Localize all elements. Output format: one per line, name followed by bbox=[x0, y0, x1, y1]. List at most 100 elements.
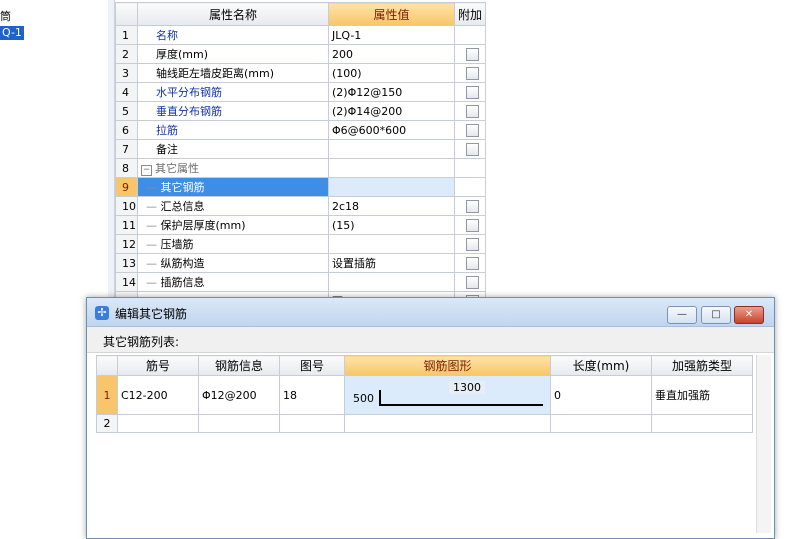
property-value-cell[interactable]: Φ6@600*600 bbox=[328, 120, 455, 140]
row-number[interactable]: 5 bbox=[115, 101, 138, 121]
extra-checkbox[interactable] bbox=[466, 85, 479, 99]
bar-shape-cell[interactable]: 500 1300 bbox=[344, 375, 551, 415]
property-value-cell[interactable]: (100) bbox=[328, 63, 455, 83]
property-value-cell[interactable]: 200 bbox=[328, 44, 455, 64]
stiffener-type-cell[interactable] bbox=[651, 414, 753, 433]
property-row[interactable]: 13— 纵筋构造 设置插筋 bbox=[115, 253, 486, 273]
row-number[interactable]: 12 bbox=[115, 234, 138, 254]
minimize-button[interactable]: — bbox=[667, 306, 697, 324]
property-row[interactable]: 1 名称 JLQ-1 bbox=[115, 25, 486, 45]
length-cell[interactable]: 0 bbox=[550, 375, 652, 415]
property-name-cell[interactable]: 水平分布钢筋 bbox=[137, 82, 329, 102]
extra-checkbox[interactable] bbox=[466, 47, 479, 61]
row-number[interactable]: 9 bbox=[115, 177, 138, 197]
property-row[interactable]: 4 水平分布钢筋 (2)Φ12@150 bbox=[115, 82, 486, 102]
property-name-cell[interactable]: — 汇总信息 bbox=[137, 196, 329, 216]
row-number[interactable]: 10 bbox=[115, 196, 138, 216]
row-number[interactable]: 2 bbox=[96, 414, 118, 433]
tree-item-selected[interactable]: Q-1 bbox=[0, 26, 24, 40]
length-cell[interactable] bbox=[550, 414, 652, 433]
shape-dim-top[interactable]: 1300 bbox=[449, 381, 485, 394]
extra-checkbox[interactable] bbox=[466, 104, 479, 118]
extra-checkbox[interactable] bbox=[466, 237, 479, 251]
property-row[interactable]: 2 厚度(mm) 200 bbox=[115, 44, 486, 64]
extra-checkbox[interactable] bbox=[466, 218, 479, 232]
property-name-cell[interactable]: — 纵筋构造 bbox=[137, 253, 329, 273]
shape-dim-left[interactable]: 500 bbox=[353, 392, 374, 405]
property-value-cell[interactable]: 2c18 bbox=[328, 196, 455, 216]
property-row[interactable]: 6 拉筋 Φ6@600*600 bbox=[115, 120, 486, 140]
col-header-length[interactable]: 长度(mm) bbox=[550, 355, 652, 376]
property-name-cell[interactable]: 轴线距左墙皮距离(mm) bbox=[137, 63, 329, 83]
property-name-cell[interactable]: 厚度(mm) bbox=[137, 44, 329, 64]
row-number[interactable]: 4 bbox=[115, 82, 138, 102]
property-value-cell[interactable]: JLQ-1 bbox=[328, 25, 455, 45]
col-header-name: 属性名称 bbox=[137, 2, 329, 26]
bar-no-cell[interactable]: C12-200 bbox=[117, 375, 199, 415]
col-header-fig-no[interactable]: 图号 bbox=[279, 355, 345, 376]
stiffener-type-cell[interactable]: 垂直加强筋 bbox=[651, 375, 753, 415]
property-row[interactable]: 5 垂直分布钢筋 (2)Φ14@200 bbox=[115, 101, 486, 121]
property-row[interactable]: 11— 保护层厚度(mm) (15) bbox=[115, 215, 486, 235]
property-value-cell[interactable]: (2)Φ12@150 bbox=[328, 82, 455, 102]
property-name: 拉筋 bbox=[156, 124, 178, 137]
property-value-cell[interactable]: (15) bbox=[328, 215, 455, 235]
bar-shape-cell[interactable] bbox=[344, 414, 551, 433]
maximize-button[interactable]: □ bbox=[701, 306, 731, 324]
col-header-bar-shape[interactable]: 钢筋图形 bbox=[344, 355, 551, 376]
property-value-cell[interactable] bbox=[328, 234, 455, 254]
property-row[interactable]: 10— 汇总信息 2c18 bbox=[115, 196, 486, 216]
property-value-cell[interactable] bbox=[328, 139, 455, 159]
close-button[interactable]: ✕ bbox=[734, 306, 764, 324]
bar-info-cell[interactable] bbox=[198, 414, 280, 433]
extra-checkbox[interactable] bbox=[466, 199, 479, 213]
row-number[interactable]: 8 bbox=[115, 158, 138, 178]
property-row[interactable]: 7 备注 bbox=[115, 139, 486, 159]
row-number[interactable]: 3 bbox=[115, 63, 138, 83]
property-value-cell[interactable] bbox=[328, 272, 455, 292]
col-header-bar-info[interactable]: 钢筋信息 bbox=[198, 355, 280, 376]
property-name-cell[interactable]: — 压墙筋 bbox=[137, 234, 329, 254]
row-number[interactable]: 1 bbox=[96, 375, 118, 415]
row-number[interactable]: 13 bbox=[115, 253, 138, 273]
property-name-cell[interactable]: 名称 bbox=[137, 25, 329, 45]
fig-no-cell[interactable] bbox=[279, 414, 345, 433]
row-number[interactable]: 6 bbox=[115, 120, 138, 140]
property-value-cell[interactable] bbox=[328, 177, 455, 197]
extra-checkbox[interactable] bbox=[466, 256, 479, 270]
property-row[interactable]: 12— 压墙筋 bbox=[115, 234, 486, 254]
col-header-bar-no[interactable]: 筋号 bbox=[117, 355, 199, 376]
extra-checkbox[interactable] bbox=[466, 275, 479, 289]
extra-checkbox[interactable] bbox=[466, 66, 479, 80]
dialog-titlebar[interactable]: ✢ 编辑其它钢筋 — □ ✕ bbox=[87, 298, 774, 327]
row-number[interactable]: 14 bbox=[115, 272, 138, 292]
extra-checkbox[interactable] bbox=[466, 142, 479, 156]
property-name-cell[interactable]: 备注 bbox=[137, 139, 329, 159]
row-number[interactable]: 7 bbox=[115, 139, 138, 159]
property-row[interactable]: 9— 其它钢筋 bbox=[115, 177, 486, 197]
col-header-stiffener-type[interactable]: 加强筋类型 bbox=[651, 355, 753, 376]
property-value-cell[interactable]: 设置插筋 bbox=[328, 253, 455, 273]
property-row[interactable]: 8− 其它属性 bbox=[115, 158, 486, 178]
row-number[interactable]: 2 bbox=[115, 44, 138, 64]
property-name-cell[interactable]: 垂直分布钢筋 bbox=[137, 101, 329, 121]
property-value-cell[interactable] bbox=[328, 158, 455, 178]
property-row[interactable]: 14— 插筋信息 bbox=[115, 272, 486, 292]
property-row[interactable]: 3 轴线距左墙皮距离(mm) (100) bbox=[115, 63, 486, 83]
bar-no-cell[interactable] bbox=[117, 414, 199, 433]
extra-checkbox[interactable] bbox=[466, 123, 479, 137]
row-number[interactable]: 11 bbox=[115, 215, 138, 235]
tree-item[interactable]: 筒 bbox=[0, 10, 11, 24]
property-value-cell[interactable]: (2)Φ14@200 bbox=[328, 101, 455, 121]
fig-no-cell[interactable]: 18 bbox=[279, 375, 345, 415]
row-number[interactable]: 1 bbox=[115, 25, 138, 45]
property-name-cell[interactable]: — 保护层厚度(mm) bbox=[137, 215, 329, 235]
property-name: 保护层厚度(mm) bbox=[160, 219, 246, 232]
property-name-cell[interactable]: − 其它属性 bbox=[137, 158, 329, 178]
collapse-icon[interactable]: − bbox=[141, 165, 152, 176]
vertical-scrollbar[interactable] bbox=[756, 355, 771, 533]
property-name-cell[interactable]: — 插筋信息 bbox=[137, 272, 329, 292]
property-name-cell[interactable]: — 其它钢筋 bbox=[137, 177, 329, 197]
property-name-cell[interactable]: 拉筋 bbox=[137, 120, 329, 140]
bar-info-cell[interactable]: Φ12@200 bbox=[198, 375, 280, 415]
